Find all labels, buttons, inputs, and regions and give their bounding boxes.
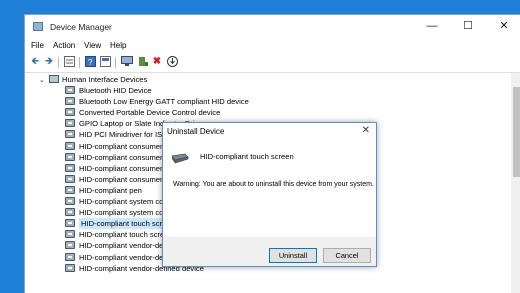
dialog-body: HID-compliant touch screen Warning: You … xyxy=(163,141,376,237)
hid-device-icon xyxy=(65,241,75,250)
device-manager-icon xyxy=(33,22,43,31)
window-title: Device Manager xyxy=(50,22,112,32)
tree-device-label: HID-compliant touch screen xyxy=(79,230,173,240)
forward-arrow-icon[interactable]: 🡺 xyxy=(43,56,55,68)
dialog-warning-text: Warning: You are about to uninstall this… xyxy=(173,181,374,188)
hid-device-icon xyxy=(65,130,75,139)
hid-device-icon xyxy=(65,263,75,272)
dialog-title: Uninstall Device xyxy=(167,127,225,136)
hid-device-icon xyxy=(65,197,75,205)
dialog-device-name: HID-compliant touch screen xyxy=(200,152,294,161)
touch-screen-device-icon xyxy=(171,153,189,164)
hid-device-icon xyxy=(65,185,75,194)
hid-device-icon xyxy=(65,108,75,117)
menu-action[interactable]: Action xyxy=(53,41,75,50)
menu-bar: File Action View Help xyxy=(25,39,520,53)
svg-text:?: ? xyxy=(88,58,93,67)
maximize-icon[interactable]: ☐ xyxy=(453,15,483,39)
hid-device-icon xyxy=(65,208,75,217)
hid-device-icon xyxy=(65,174,75,183)
scroll-thumb[interactable] xyxy=(513,87,520,177)
collapse-chevron-icon[interactable]: ⌄ xyxy=(39,75,49,86)
dialog-close-icon[interactable]: ✕ xyxy=(362,125,370,136)
hid-category-icon xyxy=(49,75,59,83)
category-label: Human Interface Devices xyxy=(62,75,148,84)
hid-device-icon xyxy=(65,230,75,239)
grid-icon[interactable] xyxy=(63,56,75,68)
tree-device-label: HID-compliant pen xyxy=(79,185,142,195)
uninstall-button[interactable]: Uninstall xyxy=(269,248,317,263)
update-driver-icon[interactable] xyxy=(137,56,149,68)
hid-device-icon xyxy=(65,219,75,228)
toolbar: 🡸 🡺 ? ✖ xyxy=(25,53,520,73)
properties-icon[interactable]: ? xyxy=(84,56,96,68)
hid-device-icon xyxy=(65,86,75,94)
vertical-scrollbar[interactable] xyxy=(511,73,520,293)
tree-device-label: Converted Portable Device Control device xyxy=(79,108,221,118)
monitor-icon[interactable] xyxy=(121,56,133,68)
tree-device-label: Bluetooth Low Energy GATT compliant HID … xyxy=(79,97,249,107)
hid-device-icon xyxy=(65,152,75,161)
back-arrow-icon[interactable]: 🡸 xyxy=(29,56,41,68)
hid-device-icon xyxy=(65,119,75,128)
menu-file[interactable]: File xyxy=(31,41,44,50)
tree-category-hid[interactable]: ⌄ Human Interface Devices xyxy=(39,74,147,85)
uninstall-x-icon[interactable]: ✖ xyxy=(151,56,163,68)
uninstall-device-dialog: Uninstall Device ✕ HID-compliant touch s… xyxy=(162,122,377,267)
dialog-title-bar: Uninstall Device ✕ xyxy=(163,123,376,141)
hid-device-icon xyxy=(65,252,75,261)
menu-help[interactable]: Help xyxy=(110,41,126,50)
hid-device-icon xyxy=(65,141,75,150)
hid-device-icon xyxy=(65,163,75,172)
tree-device-label: HID PCI Minidriver for ISS xyxy=(79,130,168,140)
title-bar: Device Manager — ☐ ✕ xyxy=(25,15,520,39)
minimize-icon[interactable]: — xyxy=(417,15,447,39)
help-icon[interactable] xyxy=(99,56,111,68)
close-icon[interactable]: ✕ xyxy=(489,15,519,39)
hid-device-icon xyxy=(65,97,75,106)
menu-view[interactable]: View xyxy=(84,41,101,50)
download-icon[interactable] xyxy=(166,56,178,68)
cancel-button[interactable]: Cancel xyxy=(323,248,371,263)
tree-device-label: Bluetooth HID Device xyxy=(79,86,152,95)
